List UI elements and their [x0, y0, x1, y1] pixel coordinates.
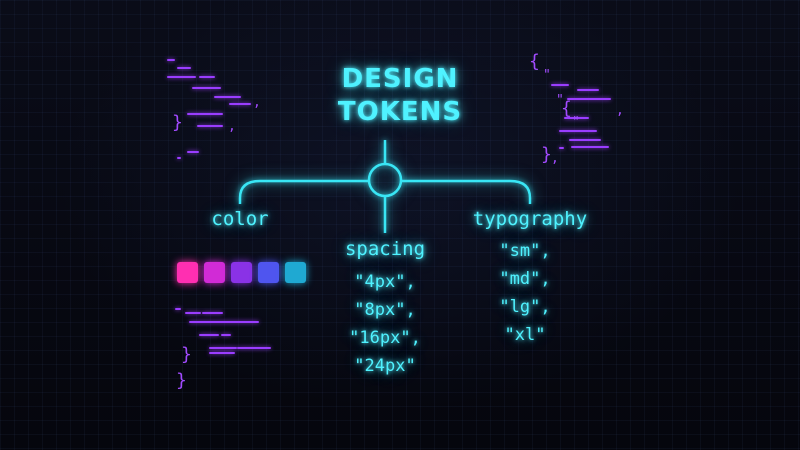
color-swatch — [204, 262, 225, 283]
spacing-value: "4px", — [354, 272, 416, 292]
right-branch-line — [401, 179, 532, 204]
color-swatch — [285, 262, 306, 283]
color-swatches — [177, 262, 306, 283]
root-node — [367, 162, 403, 198]
title-line-1: DESIGN — [341, 64, 459, 94]
typography-label: typography — [472, 208, 588, 230]
typography-value: "xl" — [504, 325, 546, 345]
left-branch-line — [238, 179, 369, 204]
typography-value: "sm", — [499, 241, 551, 261]
design-tokens-diagram: } , , { " " { , " } , } } DESIGN TOKENS … — [0, 0, 800, 450]
spacing-value: "16px", — [349, 328, 421, 348]
title-line-2: TOKENS — [337, 97, 463, 127]
color-swatch — [177, 262, 198, 283]
color-swatch — [258, 262, 279, 283]
spacing-label: spacing — [344, 238, 426, 260]
spacing-value: "24px" — [354, 356, 416, 376]
color-swatch — [231, 262, 252, 283]
typography-value: "lg", — [499, 297, 551, 317]
spacing-value: "8px", — [354, 300, 416, 320]
color-label: color — [211, 208, 269, 230]
typography-values: "sm", "md", "lg", "xl" — [480, 237, 570, 349]
typography-value: "md", — [499, 269, 551, 289]
spacing-values: "4px", "8px", "16px", "24px" — [335, 268, 435, 380]
